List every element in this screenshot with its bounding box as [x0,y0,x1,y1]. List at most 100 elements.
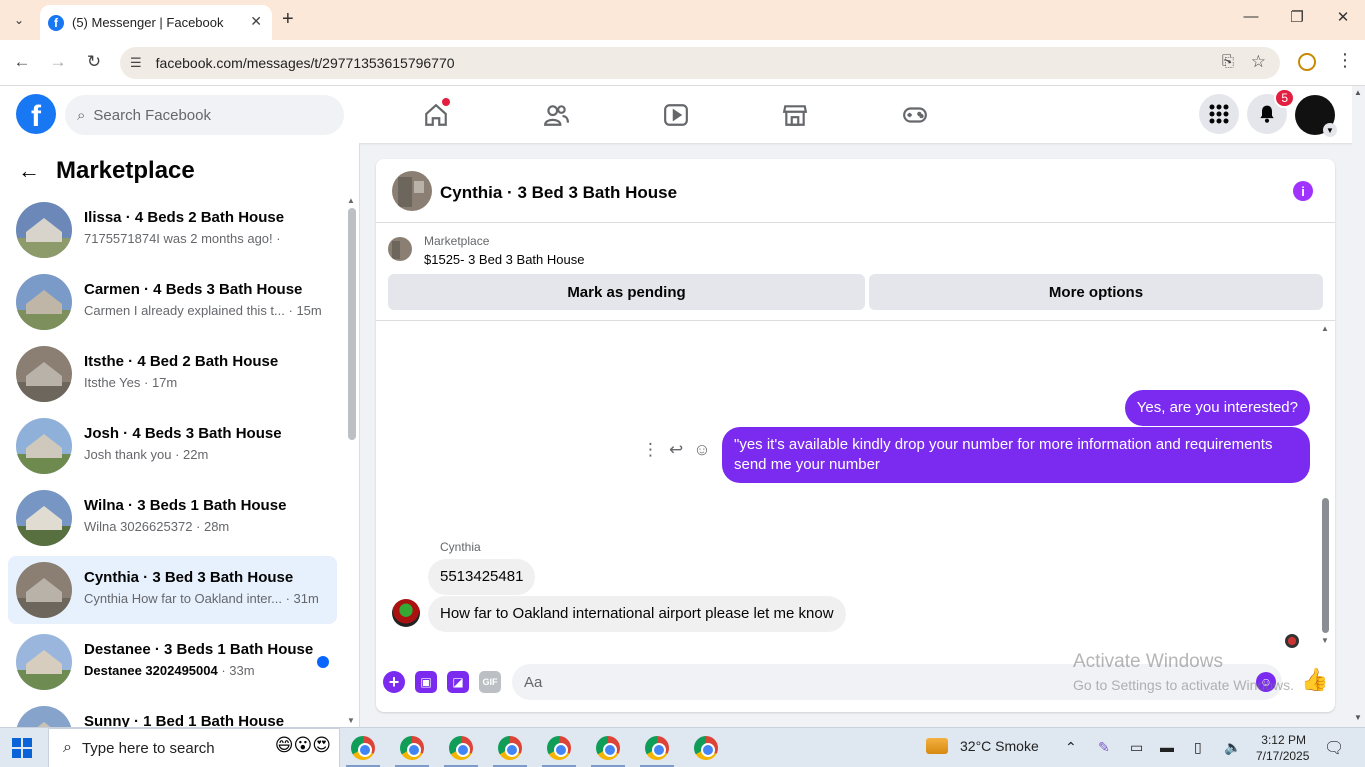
panel-scrollbar[interactable]: ▲ ▼ [345,196,359,726]
search-input[interactable] [93,106,324,124]
reload-icon[interactable]: ↻ [82,52,106,72]
friends-nav-icon[interactable] [536,100,576,130]
sender-avatar[interactable] [392,599,420,627]
watermark-title: Activate Windows [1073,651,1223,672]
windows-start-icon[interactable] [12,738,32,758]
snippet-time: · 22m [171,447,209,462]
account-avatar[interactable]: ▼ [1295,95,1337,137]
mark-as-pending-button[interactable]: Mark as pending [388,274,865,310]
facebook-logo-icon[interactable]: f [16,94,56,134]
conversation-name: Wilna · 3 Beds 1 Bath House [84,497,287,514]
more-options-button[interactable]: More options [869,274,1323,310]
restore-icon[interactable]: ❐ [1282,8,1312,26]
conversation-item[interactable]: Carmen · 4 Beds 3 Bath House Carmen I alr… [8,268,337,336]
chrome-taskbar-icon[interactable] [400,736,424,760]
conversation-item[interactable]: Itsthe · 4 Bed 2 Bath House Itsthe Yes · … [8,340,337,408]
scroll-down-icon[interactable]: ▼ [347,716,355,725]
marketplace-nav-icon[interactable] [775,100,815,130]
site-info-icon[interactable]: ☰ [130,55,142,71]
battery-icon[interactable]: ▬ [1160,739,1174,755]
listing-thumbnail [16,202,72,258]
video-nav-icon[interactable] [656,100,696,130]
browser-profile-icon[interactable] [1298,53,1316,71]
omnibox[interactable]: ☰ facebook.com/messages/t/29771353615796… [120,47,1280,79]
chrome-taskbar-icon[interactable] [547,736,571,760]
chat-title[interactable]: Cynthia · 3 Bed 3 Bath House [440,183,677,203]
conversation-item[interactable]: Wilna · 3 Beds 1 Bath House Wilna 3026625… [8,484,337,552]
forward-icon[interactable]: → [46,52,70,72]
tab-search-icon[interactable]: ⌄ [6,8,32,32]
back-icon[interactable]: ← [10,52,34,72]
sticker-icon[interactable]: ◪ [447,671,469,693]
conversation-item[interactable]: Sunny · 1 Bed 1 Bath House [8,700,337,727]
marketplace-panel-header: ← Marketplace [18,157,195,185]
install-app-icon[interactable]: ⎘ [1222,53,1234,70]
notifications-button[interactable]: 5 [1247,88,1295,134]
outgoing-message[interactable]: "yes it's available kindly drop your num… [722,427,1310,483]
listing-thumbnail [16,634,72,690]
bookmark-star-icon[interactable]: ☆ [1251,52,1266,72]
window-close-icon[interactable]: ✕ [1328,8,1358,26]
facebook-search[interactable]: ⌕ [65,95,344,135]
browser-tab[interactable]: f (5) Messenger | Facebook ✕ [40,5,272,40]
url-text[interactable]: facebook.com/messages/t/2977135361579677… [156,55,455,71]
snippet-text: Josh thank you [84,447,172,462]
plus-icon[interactable]: + [383,671,405,693]
listing-title[interactable]: $1525- 3 Bed 3 Bath House [424,252,584,267]
snippet-time: · 15m [284,303,322,318]
chrome-taskbar-icon[interactable] [645,736,669,760]
scrollbar-thumb[interactable] [1322,498,1329,633]
back-arrow-icon[interactable]: ← [18,158,40,184]
chrome-taskbar-icon[interactable] [351,736,375,760]
scroll-down-icon[interactable]: ▼ [1321,636,1329,645]
chat-scrollbar[interactable]: ▲ ▼ [1320,322,1332,652]
chat-listing-avatar[interactable] [392,171,432,211]
gaming-nav-icon[interactable] [895,100,935,130]
meet-now-icon[interactable]: ▭ [1130,739,1143,756]
chrome-taskbar-icon[interactable] [449,736,473,760]
home-nav-icon[interactable] [416,98,456,130]
scroll-up-icon[interactable]: ▲ [347,196,355,205]
thumbs-up-icon[interactable]: 👍 [1301,667,1328,693]
chrome-taskbar-icon[interactable] [694,736,718,760]
taskbar-search-label: Type here to search [81,739,215,757]
minimize-icon[interactable]: — [1236,8,1266,25]
reply-icon[interactable]: ↩ [669,440,683,460]
volume-icon[interactable]: 🔈 [1224,739,1241,756]
marketplace-title: Marketplace [56,157,195,184]
listing-thumbnail [16,418,72,474]
tray-chevron-up-icon[interactable]: ⌃ [1065,739,1077,756]
conversation-item[interactable]: Cynthia · 3 Bed 3 Bath House Cynthia How … [8,556,337,624]
react-emoji-icon[interactable]: ☺ [693,440,710,460]
scrollbar-thumb[interactable] [348,208,356,440]
scroll-down-icon[interactable]: ▼ [1354,713,1362,722]
conversation-item[interactable]: Destanee · 3 Beds 1 Bath House Destanee 3… [8,628,337,696]
gif-icon[interactable]: GIF [479,671,501,693]
info-icon[interactable]: i [1293,181,1313,201]
page-scrollbar[interactable]: ▲ ▼ [1352,86,1365,727]
scroll-up-icon[interactable]: ▲ [1321,324,1329,333]
search-icon: ⌕ [77,106,86,124]
incoming-message[interactable]: How far to Oakland international airport… [428,596,846,632]
scroll-up-icon[interactable]: ▲ [1354,88,1362,97]
conversation-item[interactable]: Josh · 4 Beds 3 Bath House Josh thank you… [8,412,337,480]
menu-grid-button[interactable] [1199,94,1239,134]
conversation-item[interactable]: Ilissa · 4 Beds 2 Bath House 7175571874I … [8,196,337,264]
listing-thumbnail[interactable] [388,237,412,261]
network-icon[interactable]: ▯ [1194,739,1202,756]
clock[interactable]: 3:12 PM 7/17/2025 [1256,732,1309,764]
weather-widget[interactable]: 32°C Smoke [926,738,1039,754]
photo-icon[interactable]: ▣ [415,671,437,693]
taskbar-search[interactable]: ⌕ Type here to search 😄😮😍 [48,728,340,767]
incoming-message[interactable]: 5513425481 [428,559,536,595]
chrome-taskbar-icon[interactable] [596,736,620,760]
new-tab-icon[interactable]: + [282,8,294,31]
outgoing-message[interactable]: Yes, are you interested? [1124,390,1310,426]
grid-icon [1209,104,1229,124]
notification-center-icon[interactable]: 🗨 [1324,738,1344,758]
chrome-taskbar-icon[interactable] [498,736,522,760]
tab-close-icon[interactable]: ✕ [250,13,262,30]
pen-icon[interactable]: ✎ [1098,739,1110,756]
more-actions-icon[interactable]: ⋮ [642,440,659,460]
browser-menu-icon[interactable]: ⋮ [1336,50,1354,71]
